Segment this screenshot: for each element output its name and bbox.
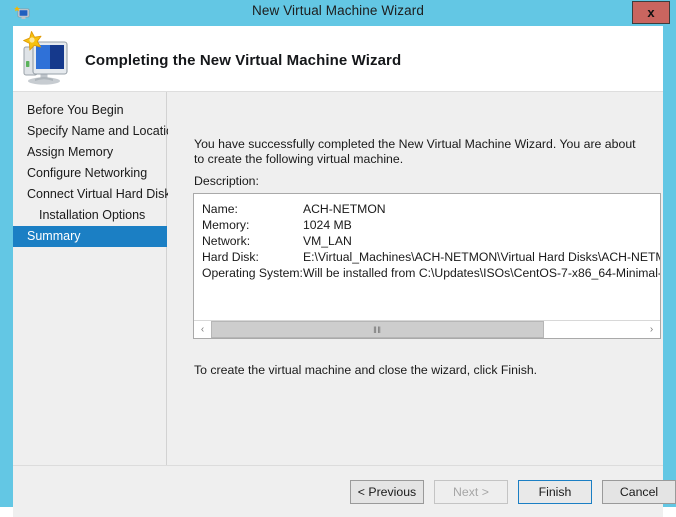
dialog-client-area: Completing the New Virtual Machine Wizar…: [13, 26, 676, 517]
summary-row-value: Will be installed from C:\Updates\ISOs\C…: [303, 266, 660, 280]
summary-row-value: E:\Virtual_Machines\ACH-NETMON\Virtual H…: [303, 250, 660, 264]
virtual-machine-star-icon: [15, 31, 73, 87]
sidebar-item-connect-virtual-hard-disk[interactable]: Connect Virtual Hard Disk: [13, 184, 171, 205]
intro-text: You have successfully completed the New …: [194, 137, 636, 166]
summary-row-key: Hard Disk:: [202, 250, 259, 264]
summary-row: Memory: 1024 MB: [202, 217, 660, 233]
next-button: Next >: [434, 480, 508, 504]
summary-row-value: VM_LAN: [303, 234, 352, 248]
horizontal-scrollbar[interactable]: ‹ ‖‖ ›: [194, 320, 660, 338]
sidebar-item-summary[interactable]: Summary: [13, 226, 167, 247]
summary-row-value: 1024 MB: [303, 218, 352, 232]
summary-row-key: Memory:: [202, 218, 250, 232]
cancel-button[interactable]: Cancel: [602, 480, 676, 504]
sidebar-item-before-you-begin[interactable]: Before You Begin: [13, 100, 167, 121]
wizard-header: Completing the New Virtual Machine Wizar…: [13, 26, 663, 92]
sidebar-item-specify-name-and-location[interactable]: Specify Name and Location: [13, 121, 180, 142]
description-label: Description:: [194, 174, 259, 188]
scrollbar-grip-icon: ‖‖: [373, 324, 382, 335]
summary-row-key: Name:: [202, 202, 238, 216]
scrollbar-track[interactable]: ‖‖: [211, 321, 643, 338]
summary-row: Name: ACH-NETMON: [202, 201, 660, 217]
wizard-window: New Virtual Machine Wizard x Completing …: [0, 0, 676, 517]
summary-description-box: Name: ACH-NETMON Memory: 1024 MB Network: VM_…: [193, 193, 661, 339]
previous-button[interactable]: < Previous: [350, 480, 424, 504]
sidebar-item-configure-networking[interactable]: Configure Networking: [13, 163, 167, 184]
window-title: New Virtual Machine Wizard: [252, 3, 424, 18]
wizard-content: You have successfully completed the New …: [168, 92, 663, 465]
summary-row: Operating System:Will be installed from …: [202, 265, 660, 281]
close-icon[interactable]: x: [632, 1, 670, 24]
page-title: Completing the New Virtual Machine Wizar…: [85, 52, 402, 69]
scroll-left-icon[interactable]: ‹: [194, 321, 211, 338]
summary-row-key: Operating System:: [202, 266, 303, 280]
scroll-right-icon[interactable]: ›: [643, 321, 660, 338]
sidebar-item-installation-options[interactable]: Installation Options: [13, 205, 167, 226]
dialog-footer: < Previous Next > Finish Cancel: [13, 465, 676, 517]
wizard-steps-sidebar: Before You Begin Specify Name and Locatio…: [13, 92, 180, 465]
scrollbar-thumb[interactable]: ‖‖: [211, 321, 544, 338]
summary-row-key: Network:: [202, 234, 251, 248]
summary-row: Hard Disk: E:\Virtual_Machines\ACH-NETMON…: [202, 249, 660, 265]
summary-rows: Name: ACH-NETMON Memory: 1024 MB Network: VM_…: [202, 201, 660, 281]
finish-button[interactable]: Finish: [518, 480, 592, 504]
sidebar-item-assign-memory[interactable]: Assign Memory: [13, 142, 167, 163]
title-bar: New Virtual Machine Wizard x: [0, 0, 676, 26]
summary-row-value: ACH-NETMON: [303, 202, 386, 216]
closing-text: To create the virtual machine and close …: [194, 363, 538, 377]
summary-row: Network: VM_LAN: [202, 233, 660, 249]
